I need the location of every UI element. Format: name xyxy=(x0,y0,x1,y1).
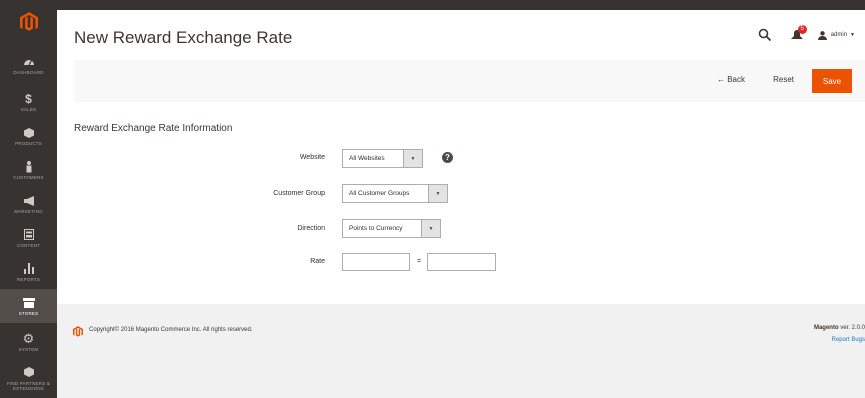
partners-icon xyxy=(23,366,34,379)
rate-label: Rate xyxy=(310,258,325,265)
sidebar-item-customers[interactable]: CUSTOMERS xyxy=(0,153,57,187)
main-content: New Reward Exchange Rate 5 admin ▼ ← Bac… xyxy=(57,0,865,398)
bar-chart-icon xyxy=(23,262,34,275)
customer-group-label: Customer Group xyxy=(273,190,325,197)
page-footer: Copyright© 2016 Magento Commerce Inc. Al… xyxy=(57,304,865,398)
version-text: ver. 2.0.0 xyxy=(840,325,865,331)
magento-logo-icon xyxy=(73,325,83,343)
direction-label: Direction xyxy=(297,225,325,232)
sidebar-item-label: SALES xyxy=(20,107,37,112)
sidebar-item-label: DASHBOARD xyxy=(13,70,44,75)
user-menu[interactable]: admin ▼ xyxy=(817,30,855,40)
brand-name: Magento xyxy=(813,325,839,331)
customer-group-select-value: All Customer Groups xyxy=(349,190,410,197)
rate-currency-input[interactable] xyxy=(427,253,496,271)
header-actions: 5 admin ▼ xyxy=(758,25,855,43)
content-icon xyxy=(23,228,34,241)
page-actions-bar: ← Back Reset Save xyxy=(74,60,865,102)
back-button[interactable]: ← Back xyxy=(717,75,745,84)
magento-logo[interactable] xyxy=(0,0,57,44)
version-info: Magento ver. 2.0.0 xyxy=(814,325,865,331)
sidebar-item-label: CUSTOMERS xyxy=(13,175,44,180)
chevron-down-icon: ▼ xyxy=(850,32,855,38)
direction-select-value: Points to Currency xyxy=(349,225,403,232)
user-name: admin xyxy=(830,32,848,38)
cube-icon xyxy=(23,126,34,139)
rate-points-input[interactable] xyxy=(342,253,410,271)
dashboard-icon xyxy=(23,55,35,68)
user-icon xyxy=(817,30,827,40)
sidebar-item-content[interactable]: CONTENT xyxy=(0,221,57,255)
chevron-down-icon: ▼ xyxy=(403,150,422,167)
sidebar-item-sales[interactable]: $ SALES xyxy=(0,85,57,119)
sidebar-item-reports[interactable]: REPORTS xyxy=(0,255,57,289)
search-icon[interactable] xyxy=(758,28,772,42)
magento-logo-icon xyxy=(19,11,38,31)
top-strip xyxy=(57,0,865,10)
reset-button[interactable]: Reset xyxy=(773,75,794,84)
sidebar-item-label: MARKETING xyxy=(14,209,43,214)
megaphone-icon xyxy=(23,194,35,207)
chevron-down-icon: ▼ xyxy=(421,220,440,237)
dollar-icon: $ xyxy=(25,91,32,106)
sidebar-item-system[interactable]: ⚙ SYSTEM xyxy=(0,325,57,359)
admin-sidebar: DASHBOARD $ SALES PRODUCTS CUSTOMERS MAR… xyxy=(0,0,57,398)
page-title: New Reward Exchange Rate xyxy=(74,28,293,47)
rate-separator: = xyxy=(417,258,422,265)
help-icon[interactable]: ? xyxy=(442,152,453,163)
website-label: Website xyxy=(299,154,325,161)
gear-icon: ⚙ xyxy=(22,331,35,346)
person-icon xyxy=(25,160,33,173)
website-select-value: All Websites xyxy=(349,155,385,162)
website-select[interactable]: All Websites ▼ xyxy=(342,149,423,168)
sidebar-item-label: REPORTS xyxy=(16,277,41,282)
sidebar-item-label: FIND PARTNERS & EXTENSIONS xyxy=(6,380,51,391)
customer-group-select[interactable]: All Customer Groups ▼ xyxy=(342,184,448,203)
direction-select[interactable]: Points to Currency ▼ xyxy=(342,219,441,238)
sidebar-item-partners[interactable]: FIND PARTNERS & EXTENSIONS xyxy=(0,359,57,397)
report-bugs-link[interactable]: Report Bugs xyxy=(832,337,865,343)
sidebar-item-label: STORES xyxy=(18,311,39,316)
notifications-button[interactable]: 5 xyxy=(790,25,807,42)
sidebar-item-dashboard[interactable]: DASHBOARD xyxy=(0,48,57,82)
chevron-down-icon: ▼ xyxy=(428,185,447,202)
sidebar-item-label: CONTENT xyxy=(16,243,41,248)
sidebar-item-stores[interactable]: STORES xyxy=(0,289,57,323)
copyright-text: Copyright© 2016 Magento Commerce Inc. Al… xyxy=(89,327,253,333)
sidebar-item-products[interactable]: PRODUCTS xyxy=(0,119,57,153)
sidebar-item-label: PRODUCTS xyxy=(15,141,42,146)
save-button[interactable]: Save xyxy=(812,69,852,93)
store-icon xyxy=(22,296,35,309)
sidebar-item-label: SYSTEM xyxy=(18,347,39,352)
section-title: Reward Exchange Rate Information xyxy=(74,123,233,134)
sidebar-item-marketing[interactable]: MARKETING xyxy=(0,187,57,221)
notification-badge: 5 xyxy=(797,25,807,34)
